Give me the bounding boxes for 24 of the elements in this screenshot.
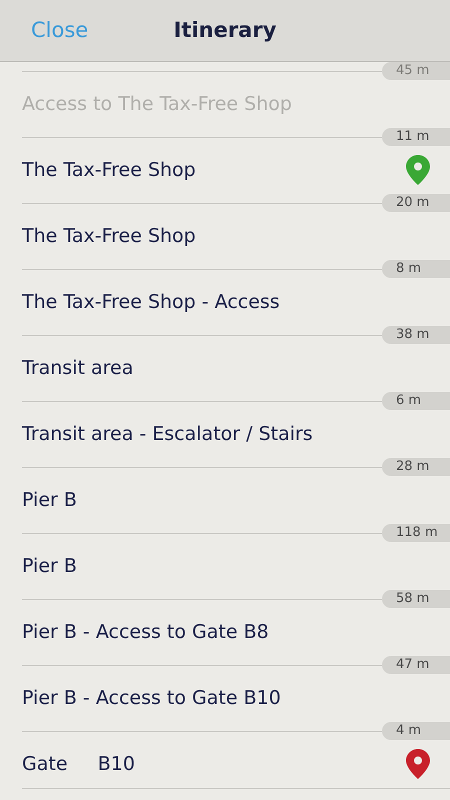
distance-label: 20 m — [382, 194, 450, 212]
step-label[interactable]: The Tax-Free Shop — [22, 222, 196, 250]
distance-label: 28 m — [382, 458, 450, 476]
window-title: Itinerary — [174, 16, 276, 44]
distance-label: 38 m — [382, 326, 450, 344]
step-label[interactable]: Transit area - Escalator / Stairs — [22, 420, 313, 448]
distance-label: 58 m — [382, 590, 450, 608]
map-pin-icon — [406, 155, 430, 185]
distance-label: 118 m — [382, 524, 450, 542]
step-label[interactable]: The Tax-Free Shop — [22, 156, 196, 184]
step-label[interactable]: The Tax-Free Shop - Access — [22, 288, 280, 316]
step-label[interactable]: Pier B - Access to Gate B8 — [22, 618, 269, 646]
step-label[interactable]: Gate B10 — [22, 750, 135, 778]
map-pin-icon — [406, 749, 430, 779]
step-label[interactable]: Pier B — [22, 486, 77, 514]
distance-label: 45 m — [382, 62, 450, 80]
distance-label: 8 m — [382, 260, 450, 278]
distance-label: 47 m — [382, 656, 450, 674]
distance-label: 4 m — [382, 722, 450, 740]
step-label[interactable]: Pier B — [22, 552, 77, 580]
distance-label: 11 m — [382, 128, 450, 146]
distance-label: 6 m — [382, 392, 450, 410]
step-label[interactable]: Pier B - Access to Gate B10 — [22, 684, 281, 712]
step-label[interactable]: Transit area — [22, 354, 134, 382]
